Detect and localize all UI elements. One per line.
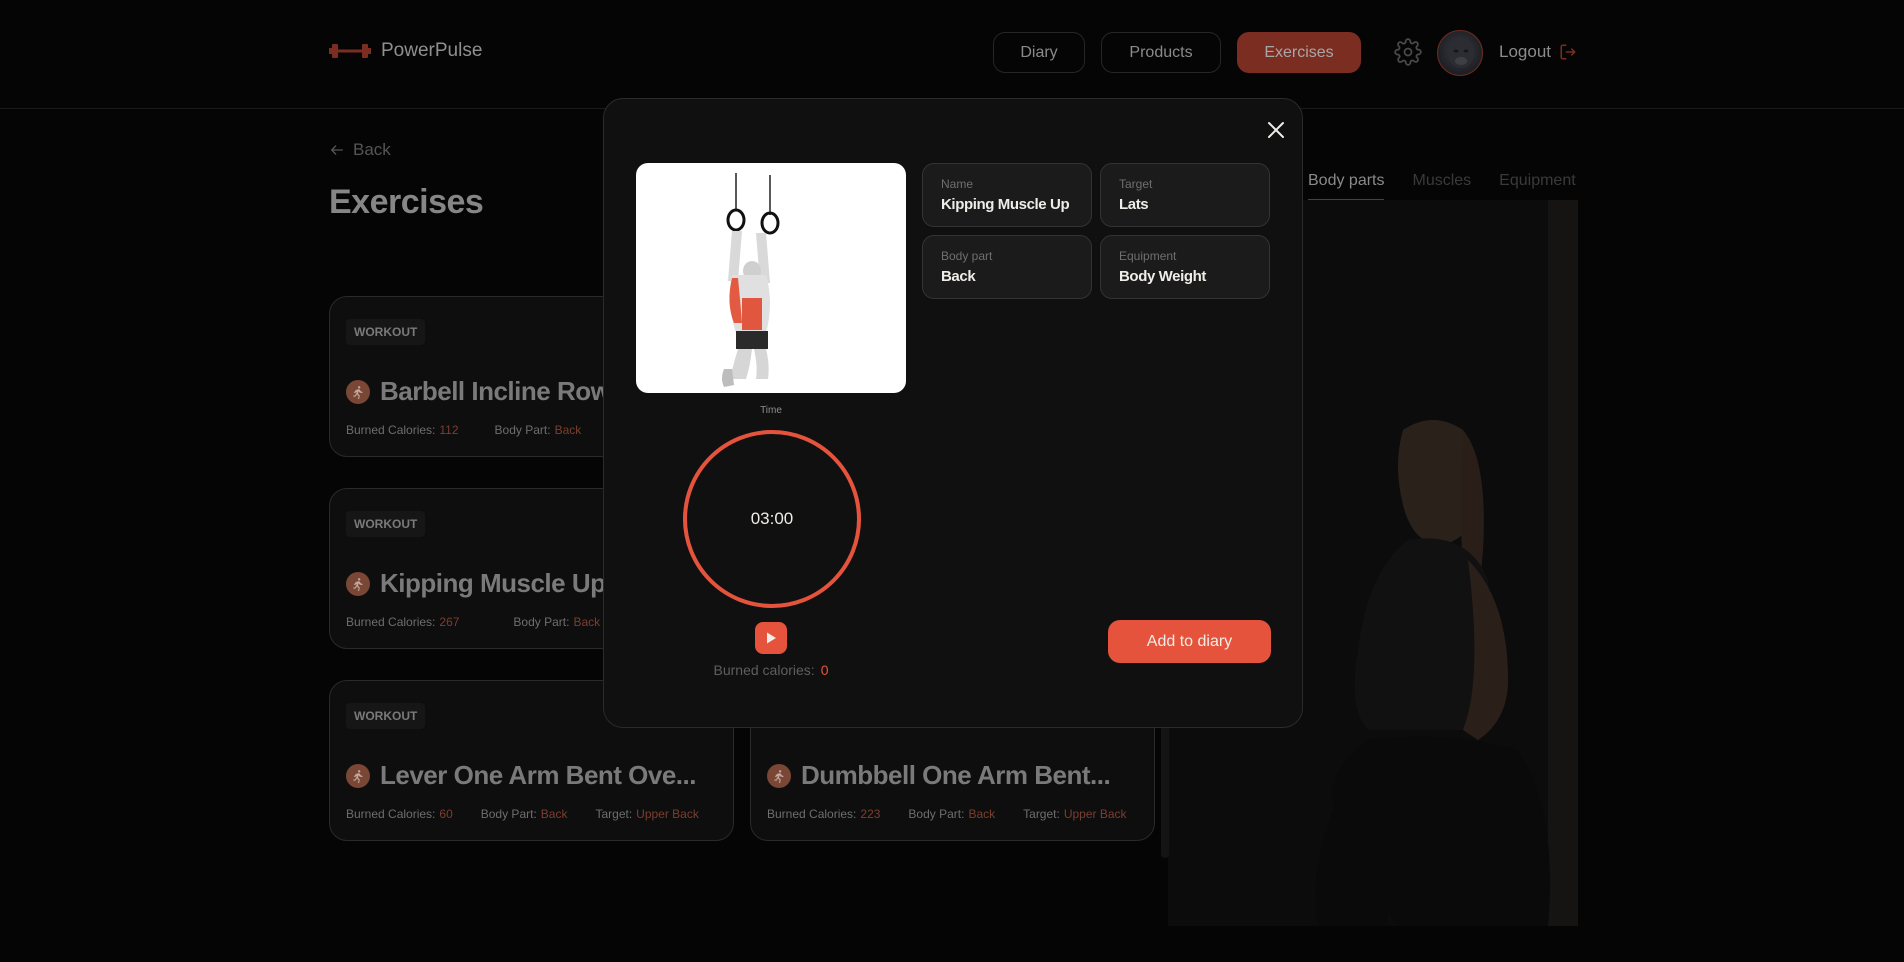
gear-icon[interactable] <box>1394 38 1422 66</box>
info-target: Target Lats <box>1100 163 1270 227</box>
workout-badge: WORKOUT <box>346 703 426 729</box>
info-name: Name Kipping Muscle Up <box>922 163 1092 227</box>
exercise-title: Barbell Incline Row <box>346 376 611 407</box>
calories-value: 60 <box>439 807 453 821</box>
header: PowerPulse Diary Products Exercises Logo… <box>0 0 1904 109</box>
time-label: Time <box>760 405 782 416</box>
timer-value: 03:00 <box>750 509 794 528</box>
burned-calories-value: 0 <box>820 662 829 678</box>
body-part-value: Back <box>554 423 582 437</box>
info-equipment: Equipment Body Weight <box>1100 235 1270 299</box>
logout-label: Logout <box>1499 42 1551 61</box>
body-part-value: Back <box>540 807 568 821</box>
add-to-diary-button[interactable]: Add to diary <box>1108 620 1271 663</box>
workout-badge: WORKOUT <box>346 511 426 537</box>
target-value: Upper Back <box>1063 807 1127 821</box>
timer: 03:00 <box>682 429 862 609</box>
exercise-modal: Time 03:00 Burned calories: 0 Name Kippin… <box>603 98 1303 728</box>
exercise-stats: Burned Calories: 112 Body Part: Back <box>346 423 582 437</box>
running-icon <box>346 379 370 404</box>
muscle-up-illustration <box>722 173 780 387</box>
logout-button[interactable]: Logout <box>1499 42 1577 62</box>
logo[interactable]: PowerPulse <box>329 40 482 62</box>
running-icon <box>346 763 370 788</box>
exercise-title: Lever One Arm Bent Ove... <box>346 760 696 791</box>
calories-value: 112 <box>439 423 459 437</box>
target-value: Upper Back <box>636 807 699 821</box>
running-icon <box>767 763 791 788</box>
dumbbell-icon <box>329 44 371 58</box>
exercise-stats: Burned Calories: 223 Body Part: Back Targe… <box>767 807 1127 821</box>
play-button[interactable] <box>755 622 787 654</box>
main-nav: Diary Products Exercises <box>993 32 1361 73</box>
calories-value: 223 <box>860 807 881 821</box>
logout-arrow-icon <box>1560 44 1576 60</box>
calories-value: 267 <box>439 615 460 629</box>
logo-text: PowerPulse <box>381 40 483 61</box>
body-part-value: Back <box>573 615 601 629</box>
tab-muscles[interactable]: Muscles <box>1412 172 1471 202</box>
back-link[interactable]: Back <box>329 140 391 160</box>
tab-body-parts[interactable]: Body parts <box>1308 172 1385 202</box>
exercise-stats: Burned Calories: 267 Body Part: Back <box>346 615 601 629</box>
close-icon[interactable] <box>1264 118 1288 142</box>
nav-diary[interactable]: Diary <box>993 32 1085 73</box>
workout-badge: WORKOUT <box>346 319 426 345</box>
exercise-stats: Burned Calories: 60 Body Part: Back Target… <box>346 807 699 821</box>
play-icon <box>767 632 776 644</box>
arrow-left-icon <box>330 145 343 155</box>
exercise-title: Dumbbell One Arm Bent... <box>767 760 1111 791</box>
page: PowerPulse Diary Products Exercises Logo… <box>0 0 1904 962</box>
nav-products[interactable]: Products <box>1101 32 1221 73</box>
category-tabs: Body parts Muscles Equipment <box>1308 172 1576 202</box>
exercise-title: Kipping Muscle Up <box>346 568 606 599</box>
exercise-info: Name Kipping Muscle Up Target Lats Body … <box>922 163 1270 299</box>
avatar-image <box>1448 38 1474 68</box>
burned-calories: Burned calories: 0 <box>713 662 829 678</box>
body-part-value: Back <box>968 807 996 821</box>
running-icon <box>346 571 370 596</box>
nav-exercises[interactable]: Exercises <box>1237 32 1361 73</box>
back-label: Back <box>353 140 391 159</box>
list-scrollbar[interactable] <box>1161 720 1169 858</box>
page-title: Exercises <box>329 183 484 221</box>
tab-equipment[interactable]: Equipment <box>1499 172 1576 202</box>
info-body-part: Body part Back <box>922 235 1092 299</box>
avatar[interactable] <box>1437 30 1483 76</box>
exercise-animation <box>636 163 906 393</box>
